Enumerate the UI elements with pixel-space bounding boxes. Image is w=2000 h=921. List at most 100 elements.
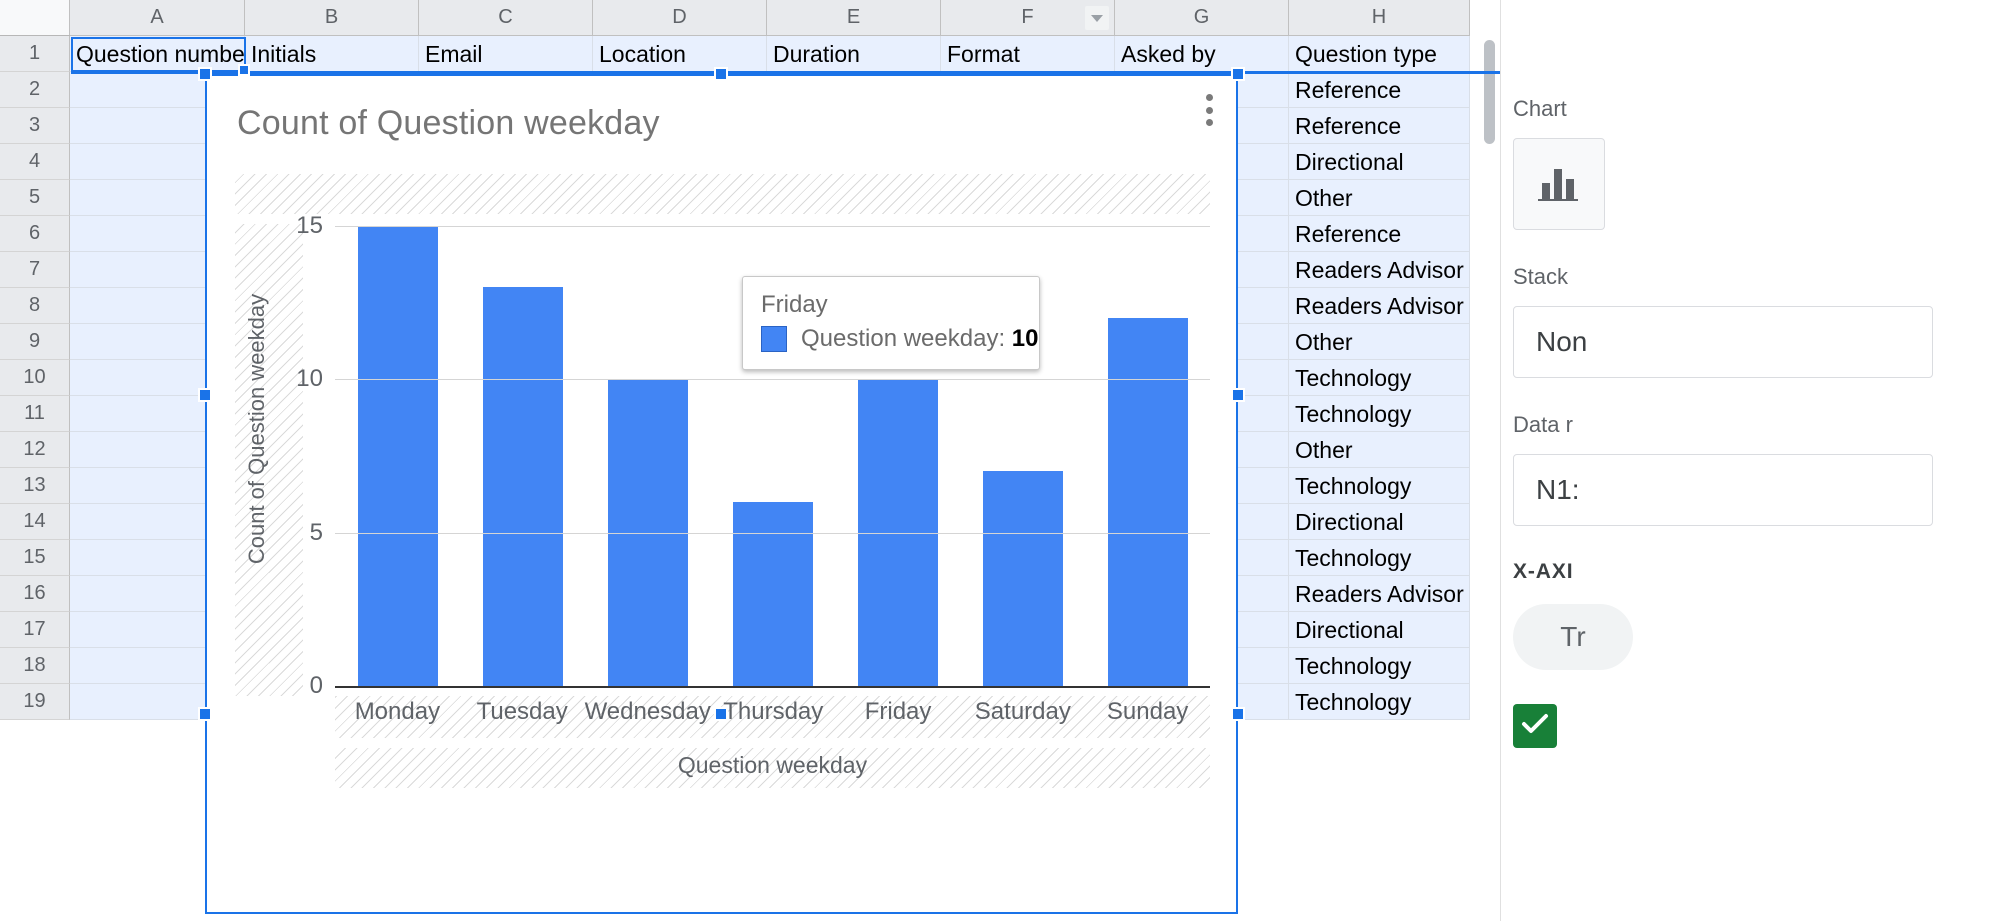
chart-handle-bottom-right[interactable] [1231,707,1245,721]
stacking-select[interactable]: Non [1513,306,1933,378]
chart-bar-column[interactable] [460,226,585,686]
row-header[interactable]: 10 [0,360,70,396]
row-header-label: 4 [28,150,41,172]
sheet-vertical-scrollbar[interactable] [1482,40,1496,916]
x-axis-chip[interactable]: Tr [1513,604,1633,670]
column-header-label: A [150,6,164,28]
chart-type-button[interactable] [1513,138,1605,230]
row-header[interactable]: 18 [0,648,70,684]
chart-y-tick-label: 15 [296,212,323,239]
grid-cell[interactable]: Format [941,36,1115,72]
row-header[interactable]: 7 [0,252,70,288]
grid-cell[interactable]: Question type [1289,36,1470,72]
row-headers: 1 2 3 4 5 6 7 8 9 10 11 12 13 14 15 16 17 18 19 [0,36,70,720]
chart-bar-column[interactable] [585,226,710,686]
scrollbar-thumb[interactable] [1484,40,1495,144]
grid-cell-text: Directional [1295,149,1404,175]
grid-cell[interactable]: Asked by [1115,36,1289,72]
row-header[interactable]: 19 [0,684,70,720]
row-header[interactable]: 6 [0,216,70,252]
grid-cell[interactable]: Reference [1289,72,1470,108]
bar-chart-icon [1536,161,1582,208]
row-header[interactable]: 12 [0,432,70,468]
chart-bar[interactable] [732,502,813,686]
grid-cell[interactable]: Technology [1289,396,1470,432]
fill-handle[interactable] [238,64,250,76]
check-icon [1521,713,1549,740]
column-header-h[interactable]: H [1289,0,1470,36]
row-header[interactable]: 5 [0,180,70,216]
row-header[interactable]: 2 [0,72,70,108]
row-header[interactable]: 16 [0,576,70,612]
chart-handle-top-right[interactable] [1231,67,1245,81]
grid-cell[interactable]: Duration [767,36,941,72]
column-header-e[interactable]: E [767,0,941,36]
column-header-f[interactable]: F [941,0,1115,36]
filter-dropdown-icon[interactable] [1085,6,1109,30]
chart-bar-column[interactable] [1085,226,1210,686]
chart-bar[interactable] [982,471,1063,686]
column-header-g[interactable]: G [1115,0,1289,36]
row-header[interactable]: 13 [0,468,70,504]
grid-cell[interactable]: Reference [1289,108,1470,144]
column-header-b[interactable]: B [245,0,419,36]
row-header[interactable]: 14 [0,504,70,540]
grid-cell[interactable]: Readers Advisor [1289,252,1470,288]
column-header-c[interactable]: C [419,0,593,36]
chart-title-placeholder-hatch [235,174,1210,214]
column-header-d[interactable]: D [593,0,767,36]
row-header[interactable]: 15 [0,540,70,576]
grid-cell[interactable]: Other [1289,180,1470,216]
grid-cell[interactable]: Technology [1289,468,1470,504]
chart-handle-middle-right[interactable] [1231,388,1245,402]
chart-handle-top-left[interactable] [198,67,212,81]
grid-cell[interactable]: Technology [1289,648,1470,684]
chart-bar[interactable] [357,226,438,686]
three-dot-menu-icon[interactable] [1196,90,1222,130]
grid-cell[interactable]: Reference [1289,216,1470,252]
table-row[interactable]: Question number Initials Email Location Dura… [70,36,1470,72]
select-all-corner[interactable] [0,0,70,41]
active-cell-a1-selection[interactable] [71,37,250,76]
grid-cell[interactable]: Technology [1289,684,1470,720]
chart-handle-middle-left[interactable] [198,388,212,402]
grid-cell[interactable]: Readers Advisor [1289,288,1470,324]
row-header[interactable]: 9 [0,324,70,360]
data-range-input[interactable]: N1: [1513,454,1933,526]
grid-cell[interactable]: Directional [1289,504,1470,540]
chart-y-tick-label: 5 [309,518,323,546]
grid-cell[interactable]: Other [1289,432,1470,468]
grid-cell[interactable]: Other [1289,324,1470,360]
grid-cell-text: Readers Advisor [1295,257,1464,283]
chart-bar[interactable] [482,287,563,686]
row-header[interactable]: 4 [0,144,70,180]
chart-handle-top-center[interactable] [714,67,728,81]
column-header-a[interactable]: A [70,0,245,36]
row-header[interactable]: 1 [0,36,70,72]
row-header[interactable]: 3 [0,108,70,144]
row-header-label: 11 [24,402,45,424]
chart-bar-column[interactable] [335,226,460,686]
grid-cell[interactable]: Email [419,36,593,72]
chart-editor-panel[interactable]: Chart Stack Non Data r N1: X-AXI Tr [1500,0,2000,921]
row-header[interactable]: 8 [0,288,70,324]
row-header-label: 2 [28,78,41,100]
grid-cell[interactable]: Directional [1289,612,1470,648]
chart-handle-bottom-center[interactable] [714,707,728,721]
grid-cell[interactable]: Location [593,36,767,72]
chart-gridline: 5 [310,519,1210,546]
row-header[interactable]: 11 [0,396,70,432]
column-header-label: C [498,6,513,28]
grid-cell[interactable]: Technology [1289,540,1470,576]
chart-handle-bottom-left[interactable] [198,707,212,721]
row-header-label: 1 [28,42,41,64]
grid-cell[interactable]: Directional [1289,144,1470,180]
x-axis-checkbox[interactable] [1513,704,1557,748]
chart-bar[interactable] [1107,318,1188,686]
grid-cell[interactable]: Readers Advisor [1289,576,1470,612]
column-header-label: B [324,6,339,28]
chart-object[interactable]: Count of Question weekday Count of Quest… [205,74,1238,914]
row-header[interactable]: 17 [0,612,70,648]
grid-cell[interactable]: Initials [245,36,419,72]
grid-cell[interactable]: Technology [1289,360,1470,396]
